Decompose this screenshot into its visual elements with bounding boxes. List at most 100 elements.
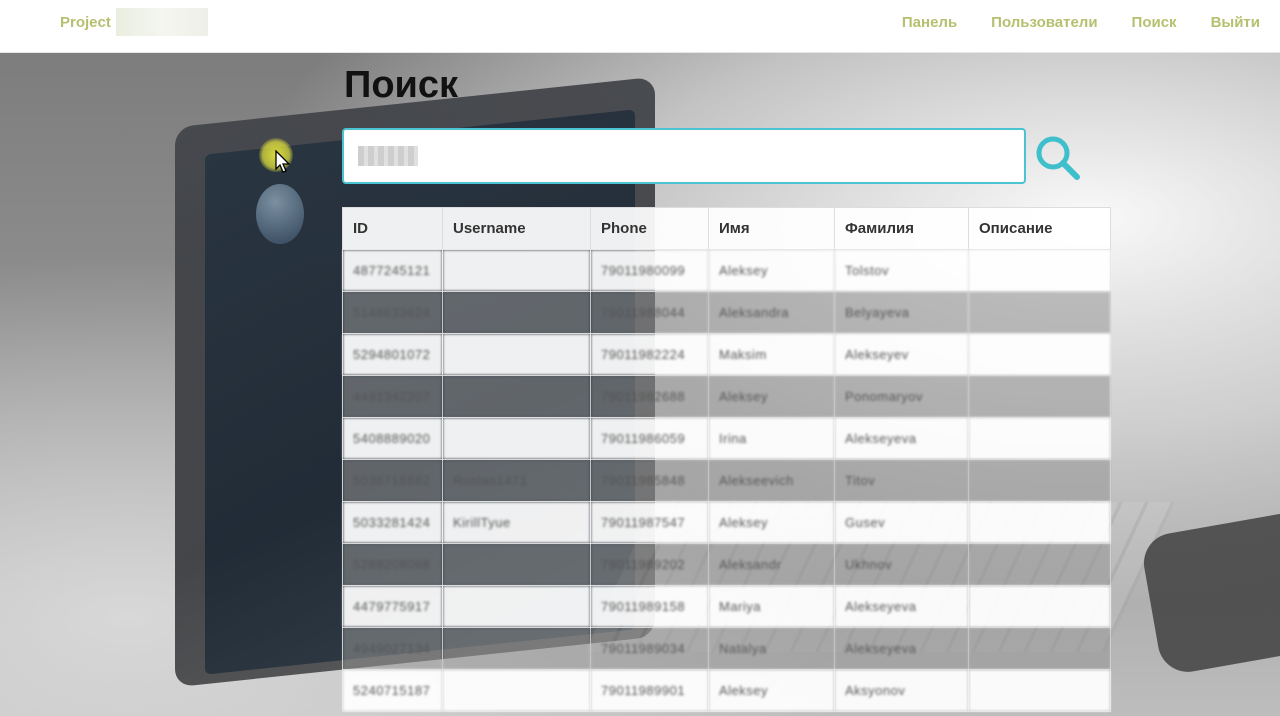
cell-first-name: Irina (708, 417, 835, 460)
cell-username: KirillTyue (442, 501, 591, 544)
cell-phone: 79011980099 (590, 249, 709, 292)
table-row: 5288208068 79011989202 Aleksandr Ukhnov (342, 543, 1111, 586)
nav-link-search[interactable]: Поиск (1132, 14, 1177, 31)
table-row: 5294801072 79011982224 Maksim Alekseyev (342, 333, 1111, 376)
cell-description (968, 501, 1111, 544)
cell-last-name: Ponomaryov (834, 375, 969, 418)
cell-id: 4479775917 (342, 585, 443, 628)
cell-description (968, 627, 1111, 670)
top-navbar: Project Панель Пользователи Поиск Выйти (0, 0, 1280, 53)
search-input[interactable] (342, 128, 1026, 184)
cell-username (442, 543, 591, 586)
cell-username (442, 669, 591, 712)
mouse-cursor-icon (275, 150, 291, 173)
cell-last-name: Tolstov (834, 249, 969, 292)
cell-first-name: Maksim (708, 333, 835, 376)
background-logo (256, 184, 304, 244)
cell-username (442, 585, 591, 628)
table-row: 5033281424 KirillTyue 79011987547 Aleksey Gu… (342, 501, 1111, 544)
nav-menu: Панель Пользователи Поиск Выйти (902, 14, 1260, 31)
cell-username (442, 291, 591, 334)
header-description: Описание (968, 207, 1111, 250)
header-first-name: Имя (708, 207, 835, 250)
cell-phone: 79011989034 (590, 627, 709, 670)
cell-username (442, 417, 591, 460)
brand-redacted (116, 8, 208, 36)
table-row: 5408889020 79011986059 Irina Alekseyeva (342, 417, 1111, 460)
cell-first-name: Mariya (708, 585, 835, 628)
cell-last-name: Belyayeva (834, 291, 969, 334)
header-last-name: Фамилия (834, 207, 969, 250)
table-row: 4877245121 79011980099 Aleksey Tolstov (342, 249, 1111, 292)
nav-link-panel[interactable]: Панель (902, 14, 957, 31)
cell-username: Ruslan1471 (442, 459, 591, 502)
nav-link-users[interactable]: Пользователи (991, 14, 1097, 31)
cell-id: 5288208068 (342, 543, 443, 586)
cell-last-name: Gusev (834, 501, 969, 544)
cell-phone: 79011989158 (590, 585, 709, 628)
cell-id: 4949027134 (342, 627, 443, 670)
search-query-redacted (358, 146, 418, 166)
cell-last-name: Alekseyeva (834, 585, 969, 628)
search-icon (1036, 136, 1080, 180)
brand-link[interactable]: Project (60, 14, 111, 31)
cell-first-name: Alekseevich (708, 459, 835, 502)
cell-phone: 79011989202 (590, 543, 709, 586)
cell-id: 5240715187 (342, 669, 443, 712)
cell-first-name: Aleksandr (708, 543, 835, 586)
cell-username (442, 627, 591, 670)
table-row: 5240715187 79011989901 Aleksey Aksyonov (342, 669, 1111, 712)
cell-username (442, 333, 591, 376)
cell-last-name: Alekseyev (834, 333, 969, 376)
cell-id: 5408889020 (342, 417, 443, 460)
cell-phone: 79011986059 (590, 417, 709, 460)
cell-first-name: Aleksey (708, 669, 835, 712)
cell-username (442, 375, 591, 418)
cell-first-name: Aleksandra (708, 291, 835, 334)
cell-description (968, 669, 1111, 712)
cell-last-name: Titov (834, 459, 969, 502)
results-table-wrapper: ID Username Phone Имя Фамилия Описание 4… (342, 207, 1111, 712)
cell-phone: 79011982224 (590, 333, 709, 376)
cell-last-name: Alekseyeva (834, 627, 969, 670)
cell-first-name: Natalya (708, 627, 835, 670)
cell-last-name: Ukhnov (834, 543, 969, 586)
cell-id: 4491342207 (342, 375, 443, 418)
cell-description (968, 291, 1111, 334)
cell-description (968, 459, 1111, 502)
table-row: 4479775917 79011989158 Mariya Alekseyeva (342, 585, 1111, 628)
results-table: ID Username Phone Имя Фамилия Описание 4… (342, 207, 1111, 712)
header-username: Username (442, 207, 591, 250)
cell-first-name: Aleksey (708, 375, 835, 418)
table-row: 4949027134 79011989034 Natalya Alekseyeva (342, 627, 1111, 670)
header-id: ID (342, 207, 443, 250)
nav-link-logout[interactable]: Выйти (1211, 14, 1260, 31)
cell-id: 4877245121 (342, 249, 443, 292)
cell-id: 5036718882 (342, 459, 443, 502)
cell-phone: 79011985848 (590, 459, 709, 502)
cell-description (968, 543, 1111, 586)
table-header-row: ID Username Phone Имя Фамилия Описание (342, 207, 1111, 250)
cell-id: 5294801072 (342, 333, 443, 376)
cell-description (968, 249, 1111, 292)
header-phone: Phone (590, 207, 709, 250)
cell-phone: 79011989901 (590, 669, 709, 712)
page-title: Поиск (344, 64, 459, 106)
table-row: 5148633624 79011988044 Aleksandra Belyayeva (342, 291, 1111, 334)
cell-id: 5033281424 (342, 501, 443, 544)
cell-first-name: Aleksey (708, 249, 835, 292)
cell-description (968, 417, 1111, 460)
cell-phone: 79011988044 (590, 291, 709, 334)
search-button[interactable] (1032, 132, 1084, 184)
cell-description (968, 375, 1111, 418)
cell-id: 5148633624 (342, 291, 443, 334)
cell-phone: 79011982688 (590, 375, 709, 418)
cell-description (968, 333, 1111, 376)
cell-phone: 79011987547 (590, 501, 709, 544)
cell-description (968, 585, 1111, 628)
table-row: 4491342207 79011982688 Aleksey Ponomaryov (342, 375, 1111, 418)
cell-last-name: Alekseyeva (834, 417, 969, 460)
cell-first-name: Aleksey (708, 501, 835, 544)
cell-last-name: Aksyonov (834, 669, 969, 712)
table-row: 5036718882 Ruslan1471 79011985848 Alekseevi… (342, 459, 1111, 502)
